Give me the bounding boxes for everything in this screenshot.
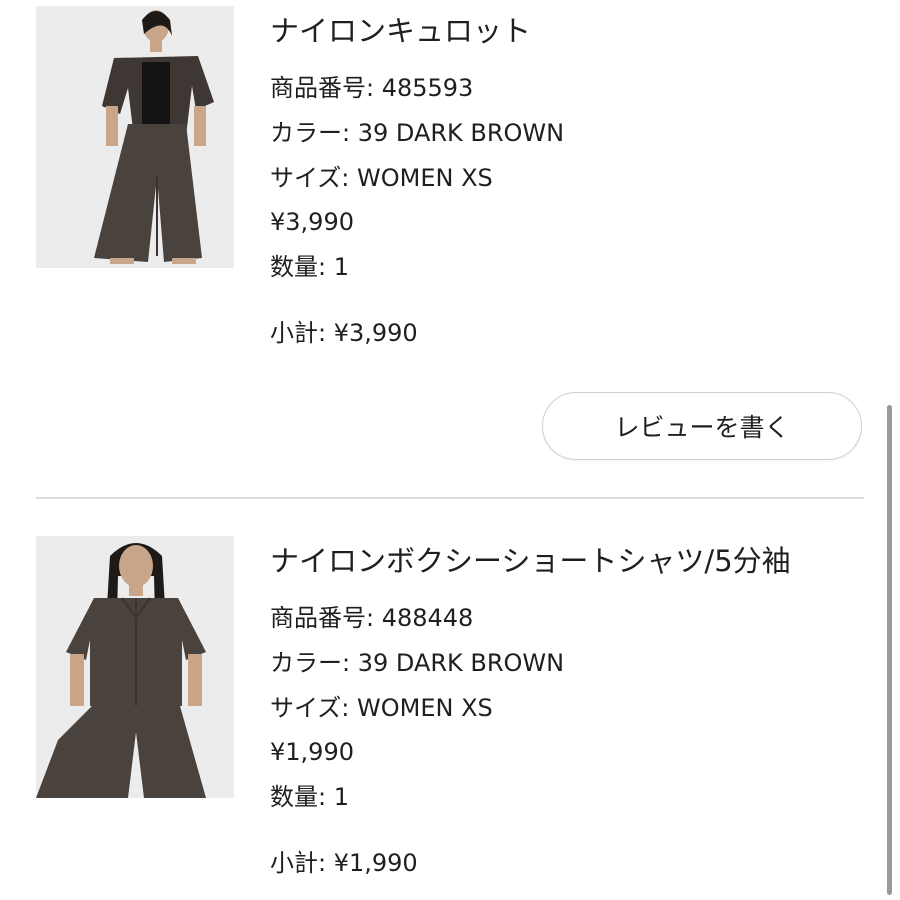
product-subtotal: 小計: ¥3,990 xyxy=(270,319,418,347)
product-photo xyxy=(36,6,234,268)
product-subtotal: 小計: ¥1,990 xyxy=(270,849,418,877)
write-review-button[interactable]: レビューを書く xyxy=(542,392,862,460)
product-price: ¥3,990 xyxy=(270,208,354,236)
product-quantity: 数量: 1 xyxy=(270,253,349,281)
product-name[interactable]: ナイロンキュロット xyxy=(270,14,531,48)
product-color: カラー: 39 DARK BROWN xyxy=(270,649,565,677)
scrollbar[interactable] xyxy=(887,405,892,895)
product-name[interactable]: ナイロンボクシーショートシャツ/5分袖 xyxy=(270,544,791,578)
product-number: 商品番号: 488448 xyxy=(270,604,474,632)
product-image-culottes[interactable] xyxy=(36,6,234,268)
product-price: ¥1,990 xyxy=(270,738,354,766)
product-photo xyxy=(36,536,234,798)
product-size: サイズ: WOMEN XS xyxy=(270,164,493,192)
product-size: サイズ: WOMEN XS xyxy=(270,694,493,722)
product-image-boxy-shirt[interactable] xyxy=(36,536,234,798)
product-quantity: 数量: 1 xyxy=(270,783,349,811)
product-number: 商品番号: 485593 xyxy=(270,74,474,102)
product-color: カラー: 39 DARK BROWN xyxy=(270,119,565,147)
item-divider xyxy=(36,497,864,499)
